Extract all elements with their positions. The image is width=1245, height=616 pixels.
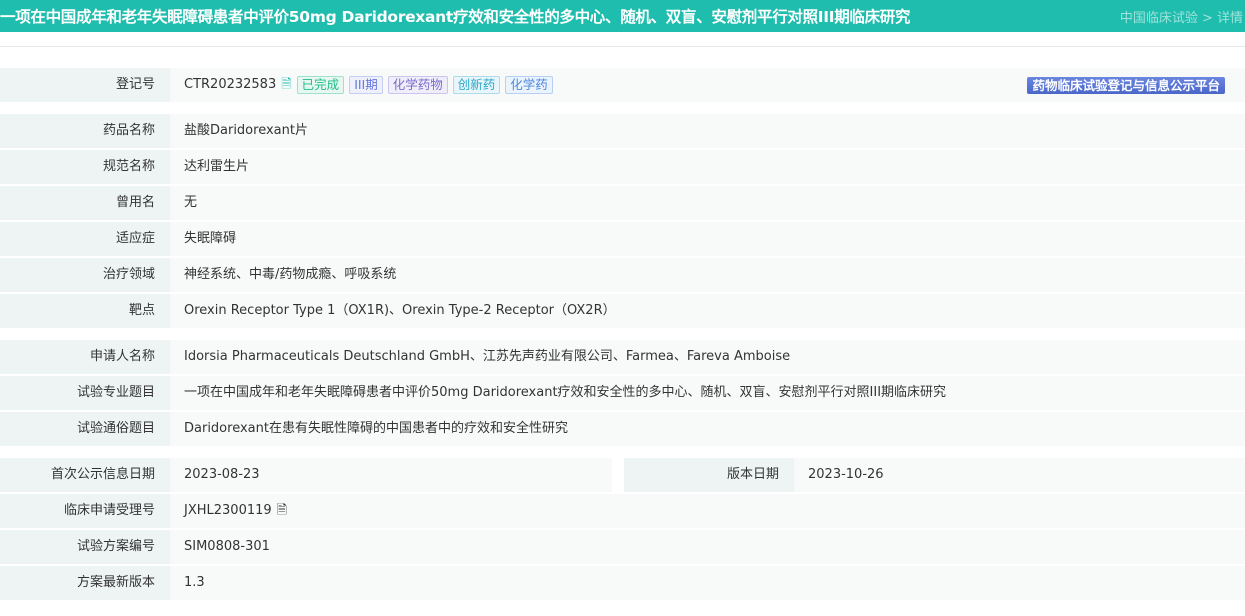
field-label: 方案最新版本 (0, 566, 170, 600)
innovative-badge: 创新药 (452, 76, 501, 94)
document-icon[interactable]: 🗎 (281, 68, 291, 102)
document-icon[interactable]: 🗎 (277, 494, 287, 528)
row-acceptance-number: 临床申请受理号 JXHL2300119 🗎 (0, 494, 1245, 528)
field-value: JXHL2300119 (184, 503, 272, 518)
field-value: 一项在中国成年和老年失眠障碍患者中评价50mg Daridorexant疗效和安… (170, 376, 1245, 410)
type-badge: 化学药物 (387, 76, 448, 94)
field-label: 规范名称 (0, 150, 170, 184)
status-badge: 已完成 (296, 76, 345, 94)
field-label: 治疗领域 (0, 258, 170, 292)
row-registration: 登记号 CTR20232583 🗎 已完成 III期 化学药物 创新药 化学药 … (0, 68, 1245, 102)
row-therapeutic-area: 治疗领域 神经系统、中毒/药物成瘾、呼吸系统 (0, 258, 1245, 292)
field-label: 适应症 (0, 222, 170, 256)
field-value: SIM0808-301 (170, 530, 1245, 564)
field-value: 神经系统、中毒/药物成瘾、呼吸系统 (170, 258, 1245, 292)
field-label: 药品名称 (0, 114, 170, 148)
phase-badge: III期 (349, 76, 383, 94)
row-target: 靶点 Orexin Receptor Type 1（OX1R)、Orexin Ty… (0, 294, 1245, 328)
platform-link[interactable]: 药物临床试验登记与信息公示平台 (1027, 76, 1225, 94)
row-applicant: 申请人名称 Idorsia Pharmaceuticals Deutschland… (0, 340, 1245, 374)
row-public-title: 试验通俗题目 Daridorexant在患有失眠性障碍的中国患者中的疗效和安全性研… (0, 412, 1245, 446)
breadcrumb[interactable]: 中国临床试验 > 详情 (1120, 7, 1245, 26)
row-indication: 适应症 失眠障碍 (0, 222, 1245, 256)
field-label: 临床申请受理号 (0, 494, 170, 528)
row-former-name: 曾用名无 (0, 186, 1245, 220)
field-value: 2023-08-23 (170, 458, 612, 492)
field-value: 达利雷生片 (170, 150, 1245, 184)
field-value: 无 (170, 186, 1245, 220)
field-value: Orexin Receptor Type 1（OX1R)、Orexin Type… (170, 294, 1245, 328)
field-value: Daridorexant在患有失眠性障碍的中国患者中的疗效和安全性研究 (170, 412, 1245, 446)
field-label: 靶点 (0, 294, 170, 328)
field-value: Idorsia Pharmaceuticals Deutschland GmbH… (170, 340, 1245, 374)
category-badge: 化学药 (505, 76, 553, 94)
row-dates: 首次公示信息日期 2023-08-23 版本日期 2023-10-26 (0, 458, 1245, 492)
field-label: 版本日期 (624, 458, 794, 492)
row-protocol-version: 方案最新版本 1.3 (0, 566, 1245, 600)
divider (0, 46, 1245, 47)
field-label: 试验专业题目 (0, 376, 170, 410)
registration-number: CTR20232583 (184, 77, 277, 92)
page-header: 一项在中国成年和老年失眠障碍患者中评价50mg Daridorexant疗效和安… (0, 0, 1245, 32)
field-value: 盐酸Daridorexant片 (170, 114, 1245, 148)
field-label: 试验通俗题目 (0, 412, 170, 446)
field-value: 1.3 (170, 566, 1245, 600)
field-value: 2023-10-26 (794, 458, 1245, 492)
field-label: 首次公示信息日期 (0, 458, 170, 492)
row-scientific-title: 试验专业题目 一项在中国成年和老年失眠障碍患者中评价50mg Daridorexa… (0, 376, 1245, 410)
row-protocol-number: 试验方案编号 SIM0808-301 (0, 530, 1245, 564)
field-label: 申请人名称 (0, 340, 170, 374)
field-label: 曾用名 (0, 186, 170, 220)
field-value: 失眠障碍 (170, 222, 1245, 256)
row-drug-name: 药品名称 盐酸Daridorexant片 (0, 114, 1245, 148)
row-generic-name: 规范名称 达利雷生片 (0, 150, 1245, 184)
page-title: 一项在中国成年和老年失眠障碍患者中评价50mg Daridorexant疗效和安… (0, 8, 911, 26)
field-label: 登记号 (0, 68, 170, 102)
field-label: 试验方案编号 (0, 530, 170, 564)
